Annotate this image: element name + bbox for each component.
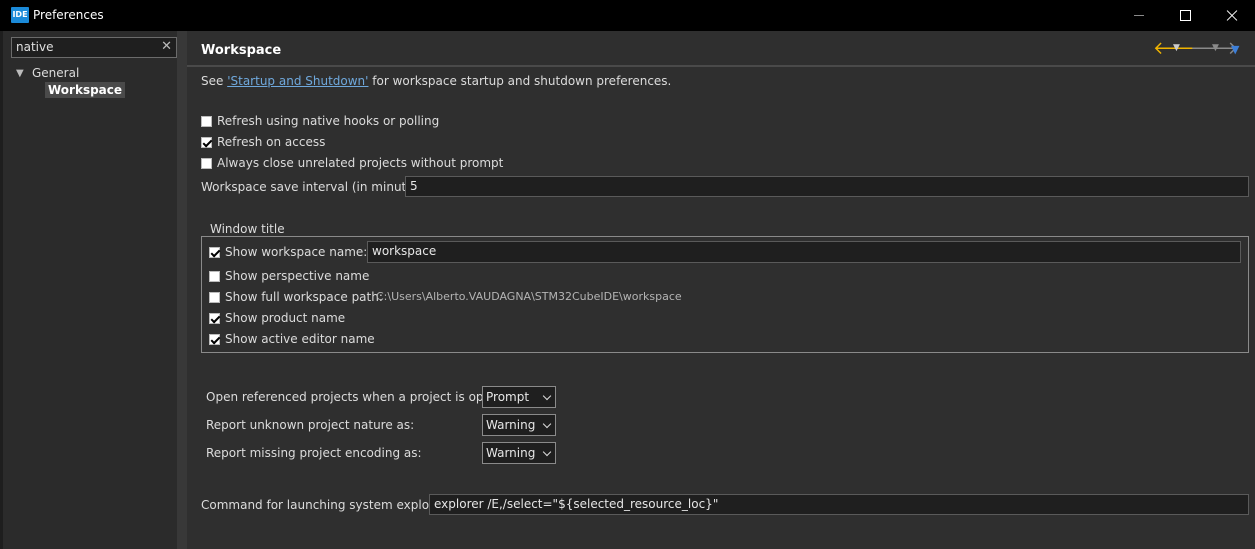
report-unknown-value: Warning — [486, 418, 536, 432]
show-active-editor-option[interactable]: Show active editor name — [209, 332, 375, 346]
show-workspace-name-label: Show workspace name: — [225, 245, 368, 259]
forward-dropdown-icon[interactable]: ▼ — [1212, 43, 1219, 53]
tree-item-general[interactable]: General — [32, 66, 79, 80]
show-perspective-name-label: Show perspective name — [225, 269, 370, 283]
tree-item-workspace[interactable]: Workspace — [45, 82, 126, 98]
see-suffix: for workspace startup and shutdown prefe… — [368, 74, 672, 88]
refresh-native-option[interactable]: Refresh using native hooks or polling — [201, 114, 439, 128]
report-unknown-label: Report unknown project nature as: — [206, 418, 415, 432]
ide-app-icon: IDE — [11, 7, 29, 23]
open-referenced-value: Prompt — [486, 390, 530, 404]
preference-tree-pane: native ✕ ▼ General Workspace — [3, 31, 183, 549]
report-unknown-select[interactable]: Warning — [482, 414, 556, 436]
always-close-label: Always close unrelated projects without … — [217, 156, 504, 170]
page-header: Workspace 🡐 ▼ 🡒 ▼ ▼ — [187, 31, 1255, 67]
always-close-checkbox[interactable] — [201, 158, 212, 169]
refresh-native-label: Refresh using native hooks or polling — [217, 114, 440, 128]
maximize-icon[interactable] — [1162, 0, 1208, 31]
chevron-down-icon — [542, 391, 552, 401]
show-workspace-name-option[interactable]: Show workspace name: — [209, 245, 367, 259]
show-full-path-label: Show full workspace path: — [225, 290, 383, 304]
show-perspective-name-option[interactable]: Show perspective name — [209, 269, 369, 283]
window-title-legend: Window title — [207, 222, 288, 236]
chevron-down-icon — [542, 447, 552, 457]
show-product-name-label: Show product name — [225, 311, 346, 325]
explorer-command-input[interactable]: explorer /E,/select="${selected_resource… — [429, 494, 1249, 515]
preference-page: Workspace 🡐 ▼ 🡒 ▼ ▼ See 'Startup and Shu… — [187, 31, 1255, 549]
always-close-option[interactable]: Always close unrelated projects without … — [201, 156, 503, 170]
back-dropdown-icon[interactable]: ▼ — [1173, 43, 1180, 53]
view-menu-icon[interactable]: ▼ — [1231, 43, 1239, 56]
show-workspace-name-checkbox[interactable] — [209, 247, 220, 258]
refresh-access-option[interactable]: Refresh on access — [201, 135, 325, 149]
show-perspective-name-checkbox[interactable] — [209, 271, 220, 282]
refresh-access-checkbox[interactable] — [201, 137, 212, 148]
filter-input[interactable]: native ✕ — [11, 37, 177, 58]
workspace-name-input[interactable]: workspace — [367, 241, 1241, 263]
show-full-path-option[interactable]: Show full workspace path: — [209, 290, 383, 304]
title-bar: IDE Preferences — [0, 0, 1255, 31]
refresh-native-checkbox[interactable] — [201, 116, 212, 127]
show-product-name-checkbox[interactable] — [209, 313, 220, 324]
close-icon[interactable] — [1208, 0, 1254, 31]
explorer-label: Command for launching system explorer: — [201, 498, 450, 512]
open-referenced-label: Open referenced projects when a project … — [206, 390, 518, 404]
window-title: Preferences — [33, 8, 104, 22]
show-active-editor-checkbox[interactable] — [209, 334, 220, 345]
full-path-text: C:\Users\Alberto.VAUDAGNA\STM32CubeIDE\w… — [376, 290, 682, 303]
pane-splitter[interactable] — [177, 31, 187, 549]
open-referenced-select[interactable]: Prompt — [482, 386, 556, 408]
refresh-access-label: Refresh on access — [217, 135, 326, 149]
report-missing-value: Warning — [486, 446, 536, 460]
startup-shutdown-link[interactable]: 'Startup and Shutdown' — [227, 74, 368, 88]
filter-text: native — [16, 40, 54, 54]
save-interval-label: Workspace save interval (in minutes): — [201, 180, 429, 194]
clear-filter-icon[interactable]: ✕ — [161, 39, 172, 54]
show-active-editor-label: Show active editor name — [225, 332, 375, 346]
report-missing-label: Report missing project encoding as: — [206, 446, 422, 460]
see-startup-text: See 'Startup and Shutdown' for workspace… — [201, 74, 671, 88]
chevron-down-icon — [542, 419, 552, 429]
report-missing-select[interactable]: Warning — [482, 442, 556, 464]
see-prefix: See — [201, 74, 228, 88]
page-title: Workspace — [201, 43, 282, 58]
show-product-name-option[interactable]: Show product name — [209, 311, 345, 325]
minimize-icon[interactable] — [1116, 0, 1162, 31]
chevron-down-icon[interactable]: ▼ — [16, 68, 24, 79]
save-interval-input[interactable]: 5 — [405, 176, 1249, 197]
show-full-path-checkbox[interactable] — [209, 292, 220, 303]
